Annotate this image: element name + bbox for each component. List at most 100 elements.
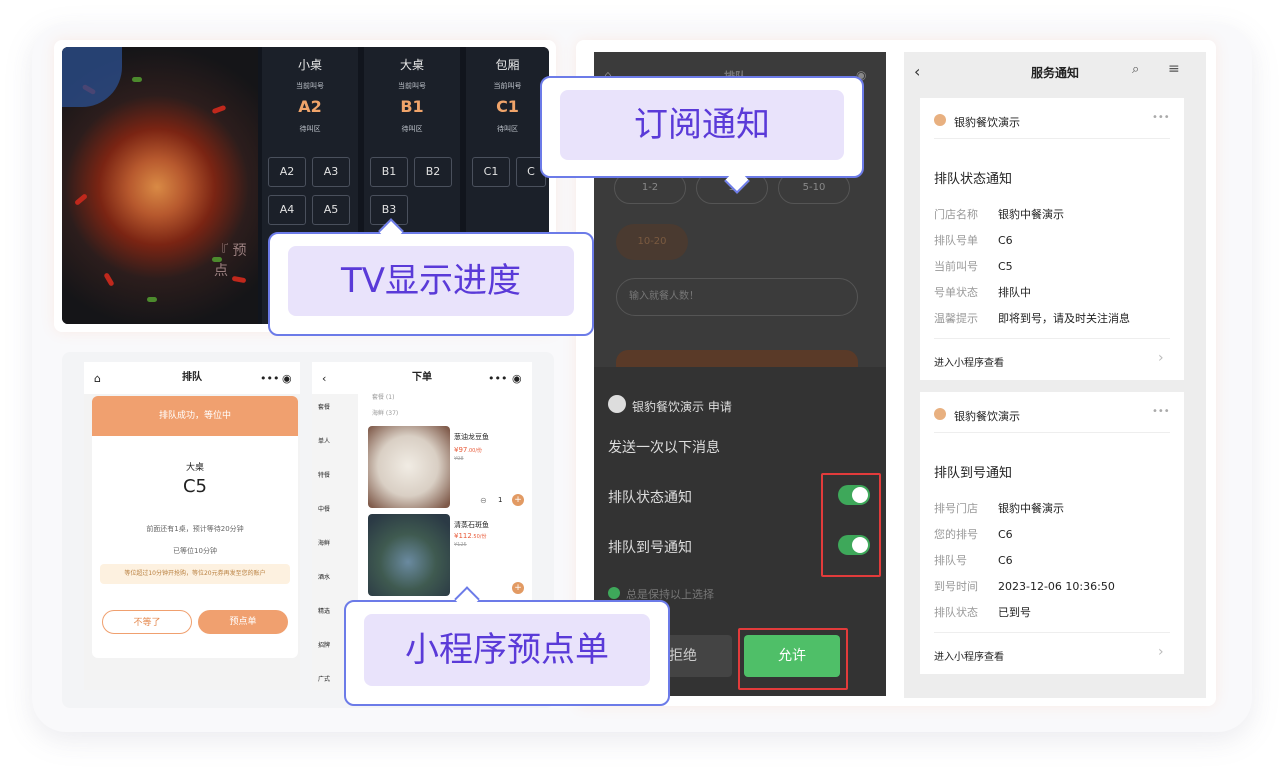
current-number: B1 [400,97,424,116]
more-icon[interactable]: ••• [260,372,279,385]
notice-row: 温馨提示 即将到号，请及时关注消息 [934,312,1130,325]
more-icon[interactable]: ••• [1152,112,1170,123]
column-sub: 当前叫号 [296,82,324,90]
queue-chip: A5 [312,195,350,225]
dish-name: 清蒸石斑鱼 [454,521,489,529]
queue-banner: 排队成功，等位中 [158,411,231,421]
queue-number: C5 [182,476,208,497]
quantity: 1 [498,496,503,504]
tv-overlay-text: 『 预点 [214,243,247,279]
tv-callout: TV显示进度 [268,232,594,336]
notice-row: 到号时间 2023-12-06 10:36:50 [934,580,1115,593]
queue-chip: B1 [370,157,408,187]
queue-info: 前面还有1桌，预计等待20分钟 [146,525,244,533]
category-item[interactable]: 招牌 [318,640,330,649]
section-label: 海鲜 (37) [372,410,399,417]
notice-row: 号单状态 排队中 [934,286,1031,299]
app-avatar [608,395,626,413]
close-circle-icon[interactable]: ◉ [282,372,292,385]
app-name: 银豹餐饮演示 申请 [632,400,732,414]
org-name: 银豹餐饮演示 [954,116,1020,129]
subscribe-callout: 订阅通知 [540,76,864,178]
waited-time: 已等位10分钟 [173,547,217,555]
notice-row: 您的排号 C6 [934,528,1013,541]
queue-chip: C1 [472,157,510,187]
table-type: 大桌 [185,463,204,473]
party-size-selected[interactable]: 10-20 [616,224,688,260]
category-item[interactable]: 酒水 [318,572,330,581]
search-icon[interactable]: ⌕ [1132,62,1139,77]
category-item[interactable]: 单人 [318,436,330,445]
more-icon[interactable]: ••• [488,372,507,385]
party-size-input[interactable]: 输入就餐人数！ [616,278,858,316]
tv-callout-text: TV显示进度 [288,246,574,316]
preorder-button[interactable]: 预点单 [198,610,288,634]
org-logo [934,408,946,420]
back-icon[interactable]: ‹ [322,372,326,385]
queue-chip: A3 [312,157,350,187]
org-logo [934,114,946,126]
column-sub: 当前叫号 [493,82,522,90]
plus-icon[interactable]: + [512,494,524,506]
category-item[interactable]: 广式 [318,674,330,683]
queue-chip: B2 [414,157,452,187]
dish-photo: 『 预点 [62,47,258,324]
open-miniprogram-link[interactable]: 进入小程序查看 [934,354,1004,369]
category-item[interactable]: 海鲜 [318,538,330,547]
queue-chip: A4 [268,195,306,225]
option-label: 排队状态通知 [608,490,692,506]
dish-image [368,514,450,596]
column-sub: 当前叫号 [398,82,426,90]
dish-image [368,426,450,508]
chevron-right-icon[interactable]: › [1158,350,1164,366]
open-miniprogram-link[interactable]: 进入小程序查看 [934,648,1004,663]
queue-chip: A2 [268,157,306,187]
notice-row: 门店名称 银豹中餐演示 [934,208,1064,221]
minus-icon[interactable]: ⊖ [480,496,487,505]
plus-icon[interactable]: + [512,582,524,594]
subscribe-callout-text: 订阅通知 [560,90,844,160]
dish-old-price: ¥98 [454,456,464,462]
card-title: 排队状态通知 [934,172,1013,187]
chevron-right-icon[interactable]: › [1158,644,1164,660]
check-icon[interactable] [608,587,620,599]
category-item[interactable]: 中餐 [318,504,330,513]
close-circle-icon[interactable]: ◉ [512,372,522,385]
allow-highlight [738,628,848,690]
notice-row: 排号门店 银豹中餐演示 [934,502,1064,515]
service-notice-phone: ‹ 服务通知 ⌕ ≡ 银豹餐饮演示 ••• 排队状态通知 门店名称 银豹中餐演示 … [904,52,1206,698]
dish-old-price: ¥125 [454,542,467,548]
current-number: C1 [496,97,519,116]
toggle-highlight [821,473,881,577]
notice-card: 银豹餐饮演示 ••• 排队状态通知 门店名称 银豹中餐演示 排队号单 C6 当前叫号… [920,98,1184,380]
option-label: 排队到号通知 [608,540,692,556]
category-item[interactable]: 套餐 [318,402,330,411]
org-name: 银豹餐饮演示 [954,410,1020,423]
promo-banner: 等位超过10分钟开抢购，等位20元券再发至您的账户 [100,564,290,584]
notice-row: 排队号单 C6 [934,234,1013,247]
home-icon[interactable]: ⌂ [94,372,101,385]
waiting-label: 待叫区 [401,125,423,133]
category-item[interactable]: 特餐 [318,470,330,479]
more-icon[interactable]: ••• [1152,406,1170,417]
dish-price: ¥112.50/份 [454,532,487,540]
dish-name: 葱油龙豆鱼 [454,433,489,441]
miniprogram-callout-text: 小程序预点单 [364,614,650,686]
queue-phone: 排队 ⌂ ••• ◉ 排队成功，等位中 大桌 C5 前面还有1桌，预计等待20分… [84,362,300,690]
notice-row: 排队号 C6 [934,554,1013,567]
column-header: 包厢 [495,58,520,72]
waiting-label: 待叫区 [497,125,518,133]
waiting-label: 待叫区 [299,125,321,133]
category-item[interactable]: 精选 [318,606,330,615]
notice-row: 当前叫号 C5 [934,260,1013,273]
notice-row: 排队状态 已到号 [934,606,1031,619]
card-title: 排队到号通知 [934,466,1013,481]
cancel-queue-button[interactable]: 不等了 [102,610,192,634]
section-label: 套餐 (1) [372,394,395,401]
column-header: 大桌 [399,58,424,72]
dialog-heading: 发送一次以下消息 [608,440,720,456]
menu-icon[interactable]: ≡ [1168,61,1180,77]
notice-card: 银豹餐饮演示 ••• 排队到号通知 排号门店 银豹中餐演示 您的排号 C6 排队号 C… [920,392,1184,674]
notice-title: 服务通知 [1030,66,1079,80]
miniprogram-callout: 小程序预点单 [344,600,670,706]
